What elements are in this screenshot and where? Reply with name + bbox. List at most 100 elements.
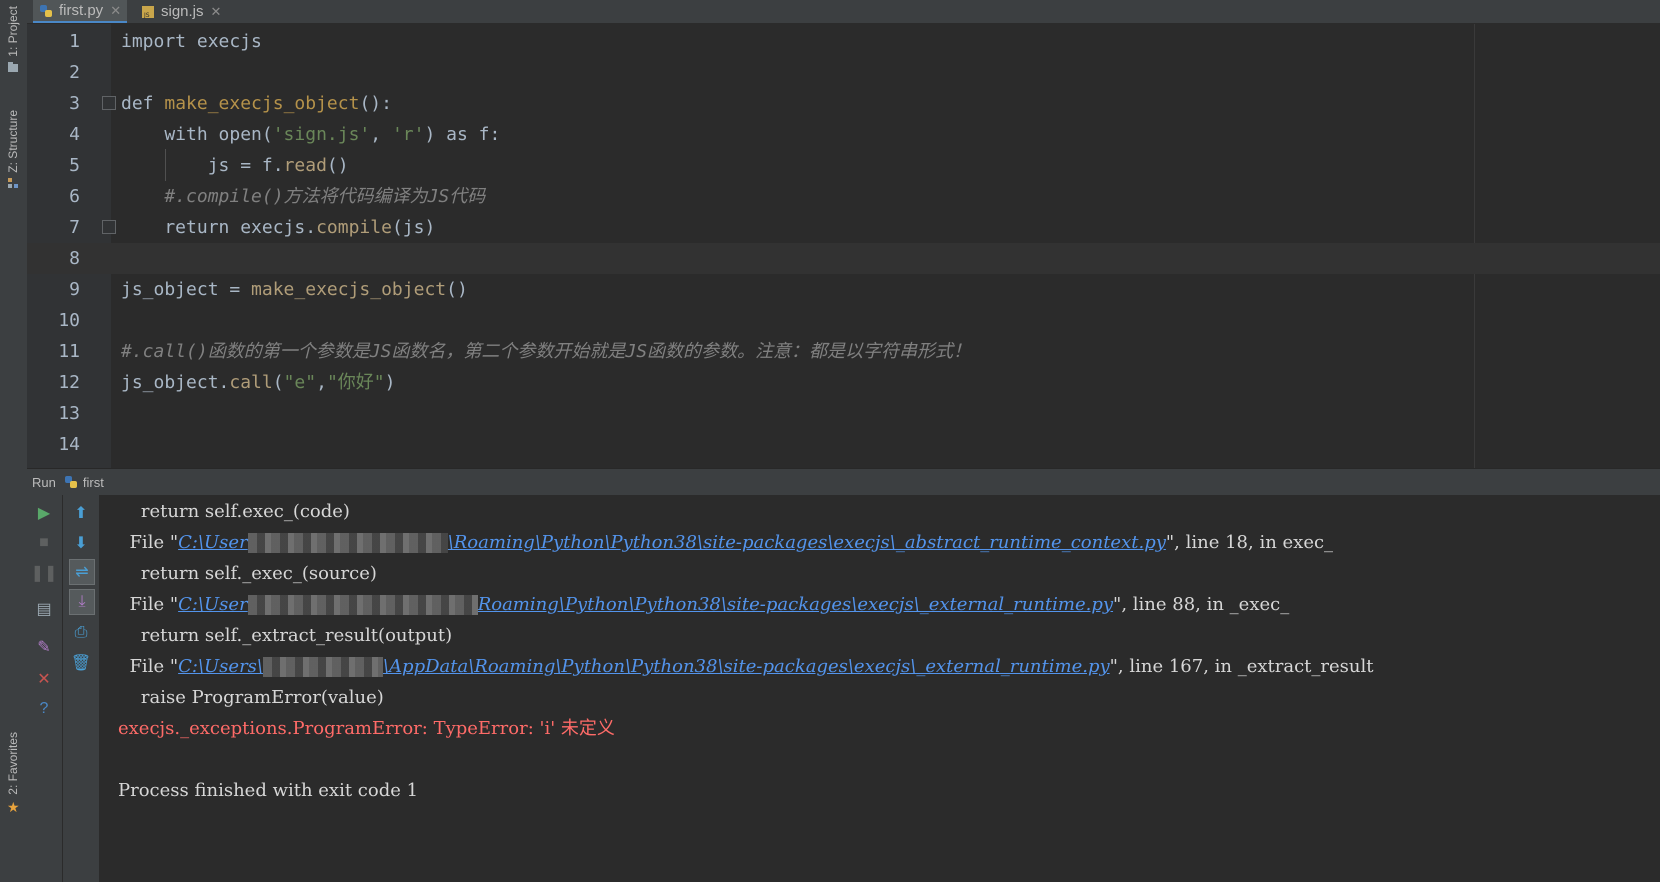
- redacted-path-segment: [247, 595, 478, 615]
- soft-wrap-icon[interactable]: ⇌: [69, 559, 95, 585]
- code-line[interactable]: 10: [27, 305, 1660, 336]
- code-text: #.call()函数的第一个参数是JS函数名，第二个参数开始就是JS函数的参数。…: [121, 341, 972, 362]
- up-stack-frame-icon[interactable]: ⬆: [69, 501, 93, 525]
- tab-label: sign.js: [161, 3, 204, 20]
- code-line[interactable]: 13: [27, 398, 1660, 429]
- line-number: 10: [58, 310, 80, 331]
- stop-icon[interactable]: ■: [32, 531, 56, 555]
- code-text: js = f.read(): [121, 155, 349, 176]
- editor-tab-bar: first.py ✕ JS sign.js ✕: [27, 0, 1660, 24]
- redacted-path-segment: [262, 657, 383, 677]
- line-number: 11: [58, 341, 80, 362]
- folder-icon: [8, 61, 18, 72]
- file-path-link[interactable]: Roaming\Python\Python38\site-packages\ex…: [478, 594, 1113, 615]
- redacted-path-segment: [247, 533, 448, 553]
- close-tab-icon[interactable]: ✕: [110, 3, 121, 19]
- project-tool-tab[interactable]: 1: Project: [2, 6, 24, 73]
- error-message: execjs._exceptions.ProgramError: TypeErr…: [118, 718, 615, 739]
- help-icon[interactable]: ?: [32, 697, 56, 721]
- run-panel-label: Run: [32, 474, 56, 490]
- code-text: return execjs.compile(js): [121, 217, 436, 238]
- pause-icon[interactable]: ❚❚: [31, 561, 58, 585]
- code-line[interactable]: 7 return execjs.compile(js): [27, 212, 1660, 243]
- file-path-link[interactable]: \AppData\Roaming\Python\Python38\site-pa…: [383, 656, 1110, 677]
- star-icon: ★: [7, 798, 20, 815]
- dump-threads-icon[interactable]: ▤: [32, 597, 56, 621]
- line-number: 6: [69, 186, 80, 207]
- favorites-tool-tab[interactable]: 2: Favorites ★: [2, 732, 24, 815]
- line-number: 8: [69, 248, 80, 269]
- down-stack-frame-icon[interactable]: ⬇: [69, 531, 93, 555]
- console-line: Process finished with exit code 1: [118, 780, 419, 801]
- code-line[interactable]: 5 js = f.read(): [27, 150, 1660, 181]
- close-run-icon[interactable]: ✕: [32, 667, 56, 691]
- left-tool-strip: 1: Project Z: Structure 2: Favorites ★: [0, 0, 28, 882]
- scroll-to-end-icon[interactable]: ⤓: [69, 589, 95, 615]
- console-line: raise ProgramError(value): [118, 687, 384, 708]
- console-line: return self._exec_(source): [118, 563, 377, 584]
- fold-end-icon[interactable]: [102, 220, 116, 234]
- run-toolbar-secondary: ⬆ ⬇ ⇌ ⤓ ⎙ 🗑: [63, 495, 100, 882]
- file-path-link[interactable]: C:\Users\: [178, 656, 263, 677]
- structure-tool-tab[interactable]: Z: Structure: [2, 110, 24, 189]
- python-run-config-icon: [64, 476, 77, 488]
- line-number: 7: [69, 217, 80, 238]
- code-text: def make_execjs_object():: [121, 93, 392, 114]
- structure-tab-label: Z: Structure: [6, 110, 20, 173]
- run-console-output[interactable]: return self.exec_(code) File "C:\User \Ro…: [100, 495, 1660, 882]
- line-number: 5: [69, 155, 80, 176]
- code-text: js_object.call("e","你好"): [121, 372, 396, 393]
- code-text: js_object = make_execjs_object(): [121, 279, 468, 300]
- line-number: 14: [58, 434, 80, 455]
- run-panel-header: Run first: [27, 468, 1660, 495]
- code-line[interactable]: 3 def make_execjs_object():: [27, 88, 1660, 119]
- rerun-icon[interactable]: ▶: [32, 501, 56, 525]
- code-line[interactable]: 11 #.call()函数的第一个参数是JS函数名，第二个参数开始就是JS函数的参…: [27, 336, 1660, 367]
- code-line[interactable]: 14: [27, 429, 1660, 460]
- project-tab-label: 1: Project: [6, 6, 20, 57]
- code-line[interactable]: 1 import execjs: [27, 26, 1660, 57]
- clear-all-icon[interactable]: 🗑: [69, 651, 93, 675]
- javascript-file-icon: JS: [142, 5, 154, 19]
- file-path-link[interactable]: \Roaming\Python\Python38\site-packages\e…: [448, 532, 1166, 553]
- code-line[interactable]: 2: [27, 57, 1660, 88]
- fold-marker-icon[interactable]: [102, 96, 116, 110]
- svg-text:JS: JS: [143, 12, 150, 19]
- code-text: #.compile()方法将代码编译为JS代码: [121, 186, 486, 207]
- pin-tab-icon[interactable]: ✎: [32, 635, 56, 659]
- structure-icon: [8, 177, 18, 188]
- line-number: 12: [58, 372, 80, 393]
- tab-first-py[interactable]: first.py ✕: [33, 0, 128, 23]
- console-line: File "C:\Users\ \AppData\Roaming\Python\P…: [118, 656, 1374, 677]
- favorites-tab-label: 2: Favorites: [6, 732, 20, 795]
- tab-sign-js[interactable]: JS sign.js ✕: [135, 0, 227, 23]
- line-number: 13: [58, 403, 80, 424]
- code-editor[interactable]: 1 import execjs 2 3 def make_execjs_object()…: [27, 24, 1660, 468]
- code-line[interactable]: 4 with open('sign.js', 'r') as f:: [27, 119, 1660, 150]
- console-line: return self.exec_(code): [118, 501, 350, 522]
- run-config-name[interactable]: first: [83, 475, 104, 490]
- file-path-link[interactable]: C:\User: [178, 532, 248, 553]
- console-line: execjs._exceptions.ProgramError: TypeErr…: [118, 713, 615, 744]
- line-number: 9: [69, 279, 80, 300]
- console-line: File "C:\User Roaming\Python\Python38\sit…: [118, 594, 1290, 615]
- line-number: 2: [69, 62, 80, 83]
- line-number: 4: [69, 124, 80, 145]
- indent-guide: [165, 149, 166, 181]
- code-line[interactable]: 9 js_object = make_execjs_object(): [27, 274, 1660, 305]
- line-number: 3: [69, 93, 80, 114]
- python-file-icon: [40, 4, 52, 17]
- code-text: with open('sign.js', 'r') as f:: [121, 124, 501, 145]
- line-number: 1: [69, 31, 80, 52]
- code-line[interactable]: 12 js_object.call("e","你好"): [27, 367, 1660, 398]
- code-line[interactable]: 6 #.compile()方法将代码编译为JS代码: [27, 181, 1660, 212]
- tab-label: first.py: [59, 2, 104, 19]
- code-text: import execjs: [121, 31, 262, 52]
- print-icon[interactable]: ⎙: [69, 621, 93, 645]
- console-line: return self._extract_result(output): [118, 625, 453, 646]
- file-path-link[interactable]: C:\User: [178, 594, 248, 615]
- code-line[interactable]: 8: [27, 243, 1660, 274]
- console-line: File "C:\User \Roaming\Python\Python38\si…: [118, 532, 1334, 553]
- close-tab-icon[interactable]: ✕: [211, 4, 222, 20]
- run-toolbar-primary: ▶ ■ ❚❚ ▤ ✎ ✕ ?: [27, 495, 62, 882]
